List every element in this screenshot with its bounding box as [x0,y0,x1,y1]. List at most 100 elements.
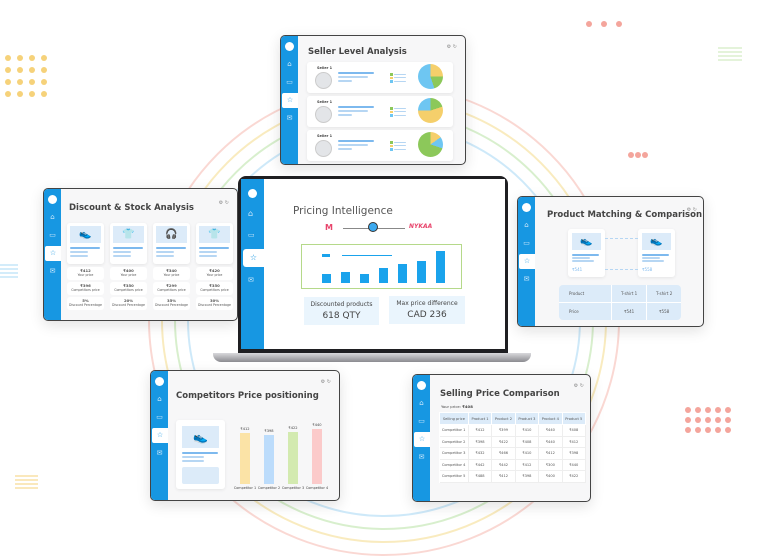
table-cell: ₹412 [562,436,587,448]
dot [601,21,607,27]
home-icon[interactable]: ⌂ [48,213,57,222]
product-card[interactable]: 👟 ₹541 [568,229,605,277]
home-icon[interactable]: ⌂ [248,209,253,218]
metric-cell: ₹400 Your price [110,267,147,280]
dot [5,79,11,85]
mail-icon[interactable]: ✉ [48,267,57,276]
seller-row[interactable]: Seller 1 [307,96,453,127]
stripes-yellow [15,475,38,489]
metric-label: Your price [120,273,137,277]
dot [725,417,731,423]
table-cell: Competitor 4 [439,459,469,471]
metric-label: Your price [163,273,180,277]
dot [17,91,23,97]
dot [41,67,47,73]
folder-icon[interactable]: ▭ [155,413,164,422]
mail-icon[interactable]: ✉ [248,276,254,284]
column-header: Selling price [439,412,469,425]
column-header: Product 1 [467,412,493,425]
folder-icon[interactable]: ▭ [522,239,531,248]
table-row: Competitor 2 ₹398 ₹422 ₹408 ₹440 ₹412 [439,436,587,448]
shoe-icon: 👟 [182,426,219,448]
table-cell: ₹466 [491,447,516,460]
home-icon[interactable]: ⌂ [417,399,426,408]
nykaa-logo: NYKAA [409,223,433,230]
dot [5,91,11,97]
product-card[interactable]: 🎧 [153,223,190,264]
product-card[interactable]: 👕 [196,223,233,264]
shoe-icon: 👟 [642,233,671,250]
mail-icon[interactable]: ✉ [522,275,531,284]
toolbar-icons[interactable]: ⚙ ↻ [321,379,331,385]
product-card[interactable]: 👕 [110,223,147,264]
star-icon[interactable]: ☆ [414,432,430,447]
panel-title: Competitors Price positioning [176,391,319,401]
table-row: Competitor 4 ₹442 ₹442 ₹412 ₹300 ₹440 [439,459,587,471]
metric-label: Competitors price [200,288,229,292]
metric-cell: 30% Discount Percentage [196,297,233,310]
metric-label: Discount Percentage [198,303,231,307]
table-cell: ₹412 [491,470,516,483]
bar [322,274,331,283]
table-cell: ₹410 [515,447,540,460]
search-icon [368,222,378,232]
dot [715,417,721,423]
column-header: Product 5 [561,412,587,425]
folder-icon[interactable]: ▭ [285,78,294,87]
shoe-icon: 👟 [70,226,101,243]
dot [628,152,634,158]
home-icon[interactable]: ⌂ [155,395,164,404]
bar-value: ₹440 [312,423,322,428]
dot [685,407,691,413]
dot [41,55,47,61]
toolbar-icons[interactable]: ⚙ ↻ [219,200,229,206]
column-header: Product 2 [491,412,516,425]
bar-value: ₹412 [240,426,250,431]
home-icon[interactable]: ⌂ [522,221,531,230]
table-cell: ₹440 [538,424,563,437]
bar [264,434,274,484]
bar [379,267,388,283]
folder-icon[interactable]: ▭ [248,231,255,239]
toolbar-icons[interactable]: ⚙ ↻ [447,44,457,50]
seller-row[interactable]: Seller 1 [307,62,453,93]
dot [5,67,11,73]
seller-row[interactable]: Seller 1 [307,130,453,161]
dot [642,152,648,158]
star-icon[interactable]: ☆ [152,428,168,443]
seller-level-panel: ⌂ ▭ ☆ ✉ Seller Level Analysis ⚙ ↻ Seller 1 S… [280,35,466,165]
star-icon[interactable]: ☆ [45,246,61,261]
product-card[interactable]: 👟 [67,223,104,264]
product-card[interactable]: 👟 [176,420,225,489]
home-icon[interactable]: ⌂ [285,60,294,69]
metric-label: Competitors price [157,288,186,292]
toolbar-icons[interactable]: ⚙ ↻ [574,383,584,389]
toolbar-icons[interactable]: ⚙ ↻ [687,207,697,213]
folder-icon[interactable]: ▭ [48,231,57,240]
legend-swatch [390,107,393,110]
max-price-diff-stat: Max price difference CAD 236 [389,296,465,324]
sidebar: ⌂ ▭ ☆ ✉ [241,179,264,349]
table-cell: ₹300 [538,459,563,471]
table-cell: ₹398 [562,447,587,460]
laptop-frame: ⌂ ▭ ☆ ✉ Pricing Intelligence M NYKAA Dis… [238,176,508,354]
dot [695,427,701,433]
mail-icon[interactable]: ✉ [417,453,426,462]
product-card[interactable]: 👟 ₹558 [638,229,675,277]
star-icon[interactable]: ☆ [282,93,298,108]
table-cell: ₹412 [538,447,563,460]
star-icon[interactable]: ☆ [243,249,264,267]
logo-dot [285,42,294,51]
competitors-price-panel: ⌂ ▭ ☆ ✉ Competitors Price positioning ⚙ ↻ 👟… [150,370,340,501]
mail-icon[interactable]: ✉ [155,449,164,458]
folder-icon[interactable]: ▭ [417,417,426,426]
metric-label: Your price [206,273,223,277]
table-cell: ₹400 [538,470,563,483]
star-icon[interactable]: ☆ [519,254,535,269]
metric-label: Competitors price [114,288,143,292]
mail-icon[interactable]: ✉ [285,114,294,123]
page-title: Pricing Intelligence [293,205,393,217]
metric-cell: ₹340 Your price [153,267,190,280]
dot [685,417,691,423]
dot [29,55,35,61]
